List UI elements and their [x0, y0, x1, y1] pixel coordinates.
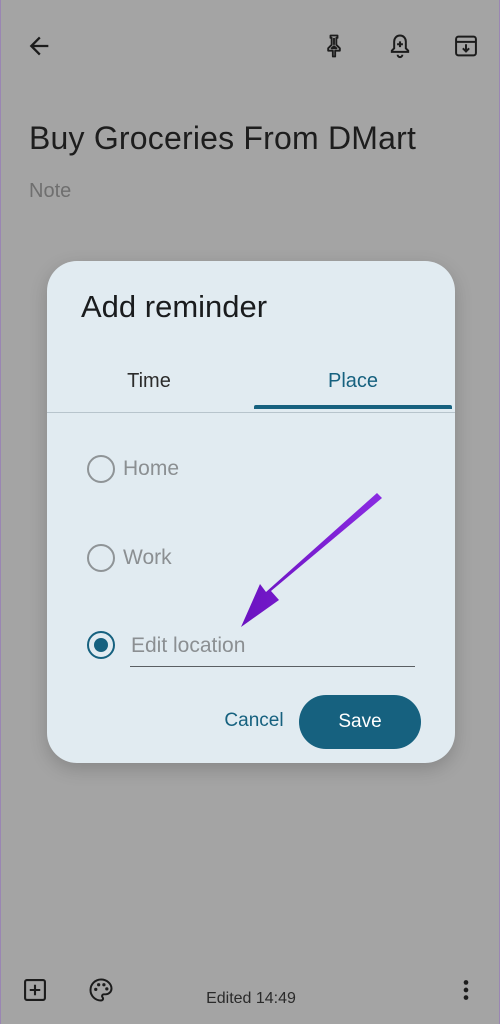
radio-work[interactable] [87, 544, 115, 572]
option-home[interactable]: Home [87, 449, 179, 489]
radio-selected-dot [94, 638, 108, 652]
radio-home[interactable] [87, 455, 115, 483]
add-reminder-dialog: Add reminder Time Place Home Work Cancel… [47, 261, 455, 763]
more-options-button[interactable] [444, 968, 488, 1012]
radio-edit-location[interactable] [87, 631, 115, 659]
more-vert-icon [463, 980, 469, 1000]
tab-indicator [254, 405, 452, 409]
option-edit-location[interactable] [87, 625, 115, 665]
bottom-bar: Edited 14:49 [1, 960, 500, 1020]
archive-icon [455, 35, 477, 57]
option-work[interactable]: Work [87, 538, 172, 578]
reminder-tabs: Time Place [47, 349, 455, 413]
tab-place[interactable]: Place [251, 349, 455, 413]
note-editor-screen: Buy Groceries From DMart Note Add remind… [0, 0, 500, 1024]
edit-location-input[interactable] [130, 625, 415, 667]
option-work-label: Work [123, 546, 172, 569]
pin-button[interactable] [312, 24, 356, 68]
add-alert-icon [390, 34, 410, 59]
note-title[interactable]: Buy Groceries From DMart [29, 120, 416, 157]
tab-time[interactable]: Time [47, 349, 251, 413]
reminder-button[interactable] [378, 24, 422, 68]
archive-button[interactable] [444, 24, 488, 68]
pin-icon [327, 34, 341, 58]
save-button[interactable]: Save [299, 695, 421, 749]
top-app-bar [1, 0, 500, 92]
note-body-placeholder[interactable]: Note [29, 180, 71, 203]
edited-timestamp: Edited 14:49 [206, 990, 296, 1007]
dialog-title: Add reminder [81, 289, 268, 324]
option-home-label: Home [123, 457, 180, 480]
back-button[interactable] [17, 24, 61, 68]
arrow-back-icon [29, 36, 49, 56]
cancel-button[interactable]: Cancel [217, 701, 291, 741]
